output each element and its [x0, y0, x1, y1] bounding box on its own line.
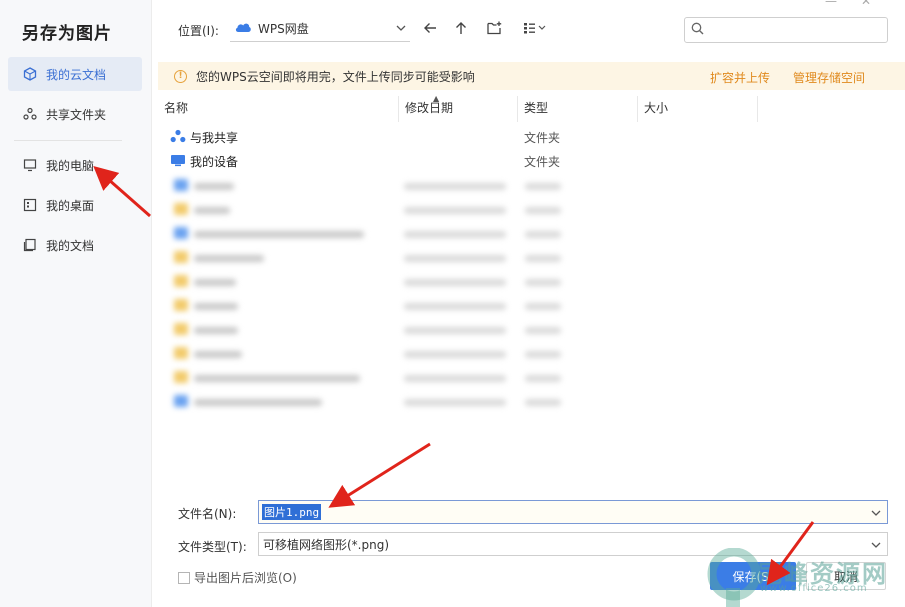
folder-icon: [174, 275, 188, 287]
minimize-icon[interactable]: —: [825, 0, 861, 8]
sidebar: 另存为图片 我的云文档 共享文件夹 我的电脑 我的桌面 我的文档: [0, 0, 152, 607]
column-modified[interactable]: 修改日期: [399, 96, 453, 122]
new-folder-button[interactable]: [483, 18, 505, 40]
list-item-blurred[interactable]: [172, 222, 572, 246]
filetype-select[interactable]: 可移植网络图形(*.png): [258, 532, 888, 556]
column-type[interactable]: 类型: [518, 96, 548, 122]
search-icon: [691, 22, 704, 38]
list-item[interactable]: 与我共享 文件夹: [170, 125, 590, 149]
new-folder-icon: [486, 21, 502, 38]
sidebar-item-label: 我的电脑: [46, 158, 95, 173]
monitor-icon: [22, 157, 38, 173]
filetype-label: 文件类型(T):: [178, 540, 247, 554]
window-controls: —✕: [825, 0, 895, 8]
filetype-value: 可移植网络图形(*.png): [263, 537, 390, 552]
device-icon: [170, 153, 186, 170]
location-value: WPS网盘: [258, 22, 309, 36]
sidebar-item-shared-folder[interactable]: 共享文件夹: [8, 97, 142, 131]
folder-icon: [174, 179, 188, 191]
sidebar-item-label: 我的云文档: [46, 67, 107, 82]
list-item-blurred[interactable]: [172, 198, 572, 222]
folder-icon: [174, 347, 188, 359]
storage-warning-banner: ! 您的WPS云空间即将用完，文件上传同步可能受影响 扩容并上传 管理存储空间: [158, 62, 905, 90]
manage-storage-link[interactable]: 管理存储空间: [793, 69, 865, 86]
filename-label: 文件名(N):: [178, 507, 237, 521]
dialog-title: 另存为图片: [22, 24, 112, 44]
filename-value: 图片1.png: [262, 504, 322, 520]
list-view-icon: [523, 22, 547, 37]
sidebar-item-label: 我的文档: [46, 238, 95, 253]
item-type: 文件夹: [524, 130, 561, 145]
list-item-blurred[interactable]: [172, 174, 572, 198]
column-size[interactable]: 大小: [638, 96, 668, 122]
file-list-header: ▲ 名称 修改日期 类型 大小: [158, 94, 758, 122]
sidebar-divider: [14, 140, 122, 141]
arrow-to-filename: [328, 442, 431, 508]
location-select[interactable]: WPS网盘: [230, 16, 410, 42]
list-item[interactable]: 我的设备 文件夹: [170, 149, 590, 173]
folder-icon: [174, 203, 188, 215]
view-mode-button[interactable]: [518, 18, 552, 40]
cloud-icon: [234, 21, 252, 36]
notice-text: 您的WPS云空间即将用完，文件上传同步可能受影响: [196, 69, 475, 84]
desktop-icon: [22, 197, 38, 213]
sidebar-item-my-documents[interactable]: 我的文档: [8, 228, 142, 262]
folder-icon: [174, 395, 188, 407]
list-item-blurred[interactable]: [172, 270, 572, 294]
list-item-blurred[interactable]: [172, 246, 572, 270]
list-item-blurred[interactable]: [172, 366, 572, 390]
item-name: 我的设备: [190, 154, 239, 169]
column-name[interactable]: 名称: [158, 96, 188, 122]
sidebar-item-label: 我的桌面: [46, 198, 95, 213]
documents-icon: [22, 237, 38, 253]
share-people-icon: [170, 129, 186, 146]
list-item-blurred[interactable]: [172, 390, 572, 414]
watermark-url: www.office26.com: [760, 583, 868, 594]
folder-icon: [174, 299, 188, 311]
arrow-left-icon: [423, 21, 437, 38]
sidebar-item-label: 共享文件夹: [46, 107, 107, 122]
checkbox-box[interactable]: [178, 571, 190, 584]
browse-after-export-checkbox[interactable]: 导出图片后浏览(O): [178, 569, 297, 586]
expand-upload-link[interactable]: 扩容并上传: [710, 69, 770, 86]
checkbox-label: 导出图片后浏览(O): [194, 571, 297, 585]
sidebar-item-my-desktop[interactable]: 我的桌面: [8, 188, 142, 222]
folder-icon: [174, 323, 188, 335]
filename-input[interactable]: 图片1.png: [258, 500, 888, 524]
cloud-doc-icon: [22, 66, 38, 82]
sidebar-item-my-computer[interactable]: 我的电脑: [8, 148, 142, 182]
back-button[interactable]: [419, 18, 441, 40]
search-input[interactable]: [710, 23, 880, 37]
list-item-blurred[interactable]: [172, 318, 572, 342]
folder-icon: [174, 251, 188, 263]
chevron-down-icon: [396, 22, 406, 36]
warning-icon: !: [174, 69, 187, 83]
column-divider[interactable]: [757, 96, 758, 122]
search-box[interactable]: [684, 17, 888, 43]
folder-icon: [174, 371, 188, 383]
chevron-down-icon[interactable]: [871, 507, 881, 521]
chevron-down-icon: [871, 539, 881, 553]
up-folder-button[interactable]: [450, 18, 472, 40]
sidebar-item-cloud-docs[interactable]: 我的云文档: [8, 57, 142, 91]
location-label: 位置(I):: [178, 24, 219, 38]
folder-icon: [174, 227, 188, 239]
arrow-up-icon: [454, 21, 468, 38]
list-item-blurred[interactable]: [172, 342, 572, 366]
share-icon: [22, 106, 38, 122]
item-type: 文件夹: [524, 154, 561, 169]
list-item-blurred[interactable]: [172, 294, 572, 318]
item-name: 与我共享: [190, 130, 239, 145]
close-icon[interactable]: ✕: [861, 0, 895, 8]
